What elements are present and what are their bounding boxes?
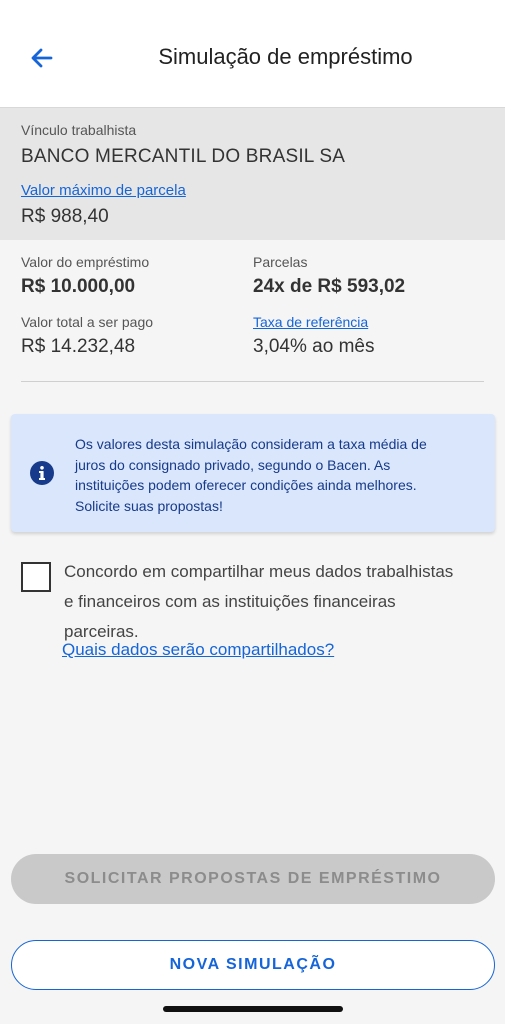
page-title: Simulação de empréstimo [158, 44, 413, 69]
loan-amount-label: Valor do empréstimo [21, 254, 150, 270]
reference-rate-link[interactable]: Taxa de referência [253, 314, 374, 330]
loan-amount-cell: Valor do empréstimo R$ 10.000,00 [21, 254, 149, 298]
home-indicator [163, 1006, 343, 1012]
request-proposals-button[interactable]: SOLICITAR PROPOSTAS DE EMPRÉSTIMO [11, 854, 495, 904]
max-installment-link[interactable]: Valor máximo de parcela [21, 182, 186, 199]
loan-amount-value: R$ 10.000,00 [21, 276, 136, 297]
total-amount-label: Valor total a ser pago [21, 314, 154, 330]
app-header: Simulação de empréstimo [0, 0, 505, 108]
employer-name: BANCO MERCANTIL DO BRASIL SA [21, 146, 346, 167]
info-banner: Os valores desta simulação consideram a … [11, 414, 495, 532]
total-amount-value: R$ 14.232,48 [21, 336, 136, 357]
info-icon [30, 461, 54, 485]
info-text: Os valores desta simulação consideram a … [75, 436, 427, 514]
installments-cell: Parcelas 24x de R$ 593,02 [253, 254, 405, 298]
max-installment-value: R$ 988,40 [21, 206, 109, 227]
reference-rate-cell: Taxa de referência 3,04% ao mês [253, 314, 374, 358]
simulation-summary: Valor do empréstimo R$ 10.000,00 Parcela… [0, 240, 505, 385]
installments-value: 24x de R$ 593,02 [253, 276, 406, 297]
total-amount-cell: Valor total a ser pago R$ 14.232,48 [21, 314, 153, 358]
employer-label: Vínculo trabalhista [21, 122, 137, 138]
summary-divider [21, 381, 484, 382]
shared-data-link[interactable]: Quais dados serão compartilhados? [62, 640, 334, 660]
consent-text: Concordo em compartilhar meus dados trab… [64, 562, 454, 641]
installments-label: Parcelas [253, 254, 308, 270]
loan-simulation-screen: Simulação de empréstimo Vínculo trabalhi… [0, 0, 505, 1024]
reference-rate-value: 3,04% ao mês [253, 336, 375, 357]
consent-checkbox[interactable] [21, 562, 51, 592]
new-simulation-button[interactable]: NOVA SIMULAÇÃO [11, 940, 495, 990]
employer-section: Vínculo trabalhista BANCO MERCANTIL DO B… [0, 108, 505, 240]
